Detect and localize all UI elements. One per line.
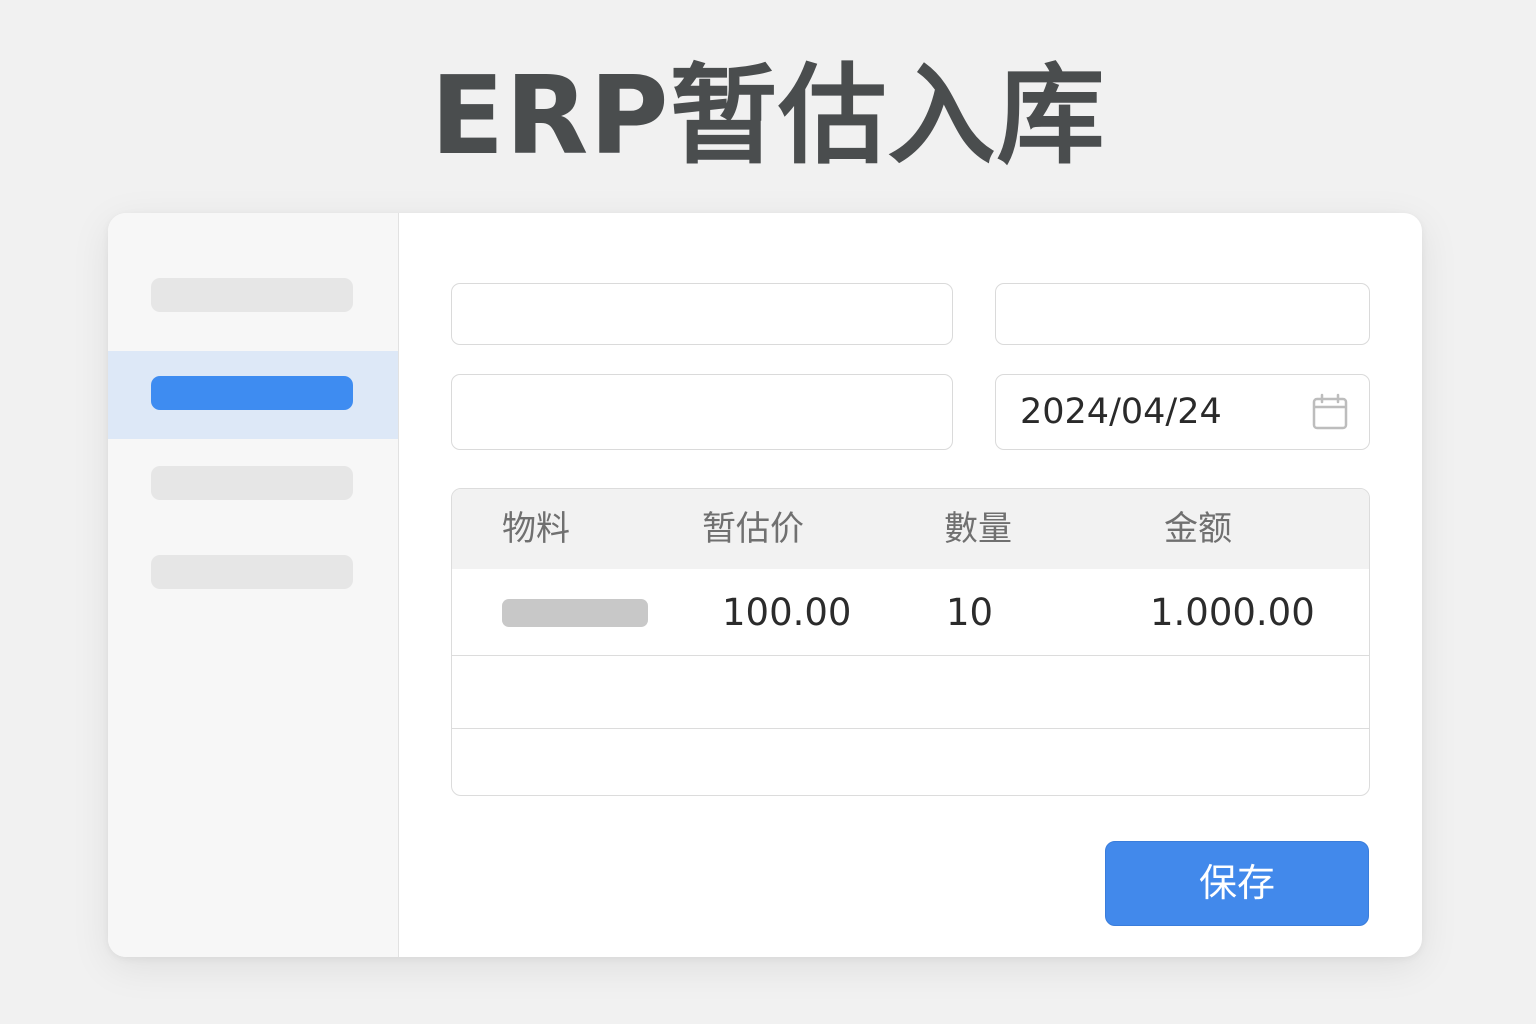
main-panel: 2024/04/24 物料 暂估价 數量 金额 100.00 10 1.000.… bbox=[399, 213, 1422, 957]
cell-amount: 1.000.00 bbox=[1150, 591, 1315, 634]
table-row[interactable] bbox=[452, 656, 1369, 729]
cell-quantity: 10 bbox=[946, 591, 994, 634]
column-header-amount: 金额 bbox=[1164, 509, 1232, 549]
sidebar-item-label-placeholder bbox=[151, 278, 353, 312]
save-button[interactable]: 保存 bbox=[1105, 841, 1369, 926]
input-field-top-right[interactable] bbox=[995, 283, 1370, 345]
sidebar-item-label-placeholder bbox=[151, 466, 353, 500]
sidebar-item-3[interactable] bbox=[108, 439, 398, 527]
column-header-estimated-price: 暂估价 bbox=[702, 509, 804, 549]
table-row[interactable]: 100.00 10 1.000.00 bbox=[452, 569, 1369, 656]
table-row[interactable] bbox=[452, 729, 1369, 795]
calendar-icon[interactable] bbox=[1311, 393, 1349, 431]
input-field-bottom-left[interactable] bbox=[451, 374, 953, 450]
app-window: 2024/04/24 物料 暂估价 數量 金额 100.00 10 1.000.… bbox=[108, 213, 1422, 957]
column-header-material: 物料 bbox=[502, 509, 570, 549]
date-value: 2024/04/24 bbox=[1020, 392, 1222, 432]
page-title: ERP暂估入库 bbox=[430, 54, 1106, 179]
sidebar-item-2-active[interactable] bbox=[108, 351, 398, 439]
date-field[interactable]: 2024/04/24 bbox=[995, 374, 1370, 450]
sidebar-item-4[interactable] bbox=[108, 528, 398, 616]
material-cell-placeholder bbox=[502, 599, 648, 627]
cell-estimated-price: 100.00 bbox=[722, 591, 852, 634]
data-table: 物料 暂估价 數量 金额 100.00 10 1.000.00 bbox=[451, 488, 1370, 796]
sidebar-item-1[interactable] bbox=[108, 251, 398, 339]
input-field-top-left[interactable] bbox=[451, 283, 953, 345]
sidebar bbox=[108, 213, 399, 957]
sidebar-item-label-placeholder bbox=[151, 555, 353, 589]
table-header: 物料 暂估价 數量 金额 bbox=[452, 489, 1369, 569]
column-header-quantity: 數量 bbox=[944, 509, 1012, 549]
sidebar-item-label-placeholder bbox=[151, 376, 353, 410]
